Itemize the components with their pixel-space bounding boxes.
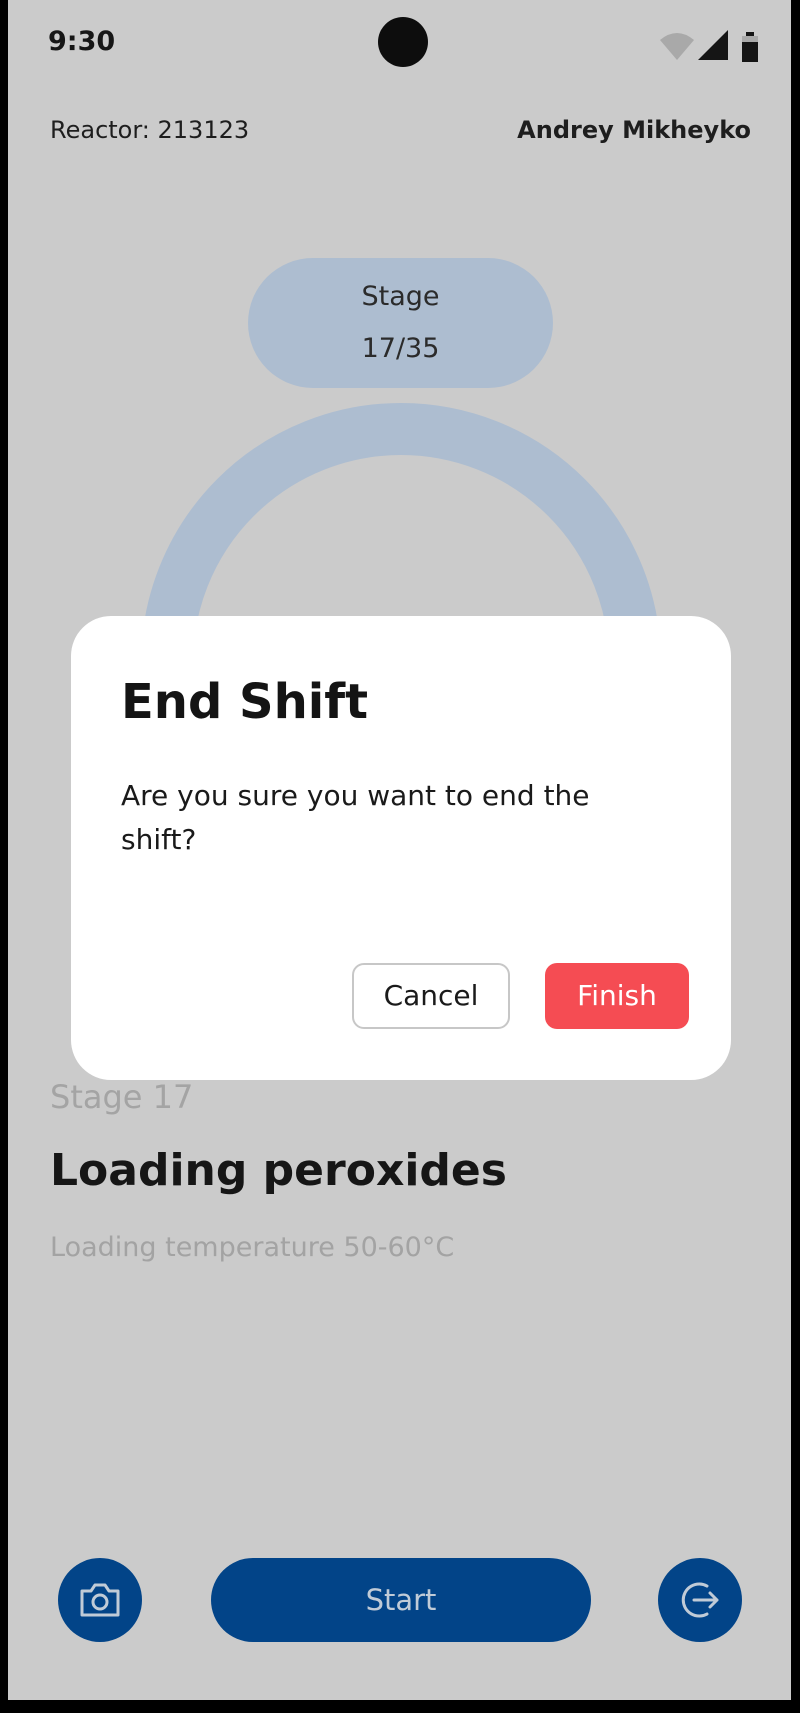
exit-button[interactable]: [658, 1558, 742, 1642]
start-button[interactable]: Start: [211, 1558, 591, 1642]
stage-description: Loading temperature 50-60°C: [50, 1232, 455, 1263]
stage-progress-badge: Stage 17/35: [248, 258, 553, 388]
end-shift-dialog: End Shift Are you sure you want to end t…: [71, 616, 731, 1080]
app-screen: 9:30 Reactor: 213123 Andrey Mikheyko Sta…: [8, 0, 791, 1700]
cancel-button[interactable]: Cancel: [352, 963, 510, 1029]
dialog-message: Are you sure you want to end the shift?: [121, 779, 590, 856]
exit-icon: [681, 1582, 719, 1618]
stage-progress-label: Stage: [361, 281, 440, 312]
camera-icon: [80, 1583, 120, 1617]
stage-number: Stage 17: [50, 1078, 194, 1116]
stage-title: Loading peroxides: [50, 1145, 507, 1196]
finish-button[interactable]: Finish: [545, 963, 689, 1029]
camera-button[interactable]: [58, 1558, 142, 1642]
stage-progress-value: 17/35: [361, 333, 440, 364]
dialog-title: End Shift: [121, 674, 369, 730]
